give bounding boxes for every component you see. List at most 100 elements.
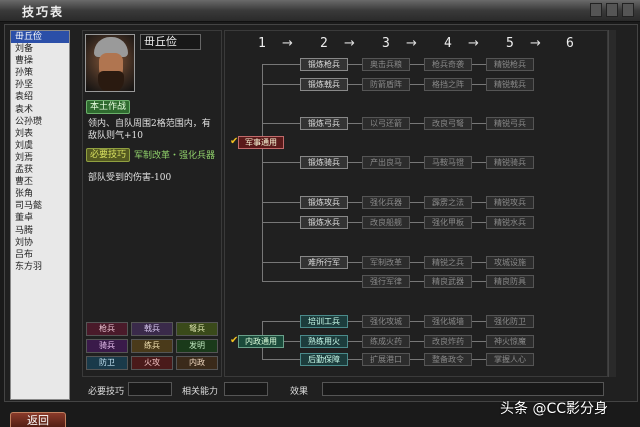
unit-type-button[interactable]: 发明	[176, 339, 218, 353]
tech-node[interactable]: 扩展港口	[362, 353, 410, 366]
tech-node[interactable]: 精锐之兵	[424, 256, 472, 269]
unit-type-button[interactable]: 枪兵	[86, 322, 128, 336]
tech-node[interactable]: 锻炼枪兵	[300, 58, 348, 71]
officer-list-item[interactable]: 董卓	[11, 212, 69, 224]
condition-text: 军制改革・强化兵器	[134, 151, 216, 161]
officer-list-item[interactable]: 袁绍	[11, 91, 69, 103]
tech-node[interactable]: 锻炼弓兵	[300, 117, 348, 130]
tech-node[interactable]: 马鞍马镫	[424, 156, 472, 169]
tech-node[interactable]: 强行军律	[362, 275, 410, 288]
officer-list-item[interactable]: 公孙瓒	[11, 116, 69, 128]
tech-node[interactable]: 攻城设施	[486, 256, 534, 269]
tech-node[interactable]: 产出良马	[362, 156, 410, 169]
tech-node[interactable]: 锻炼攻兵	[300, 196, 348, 209]
unit-type-button[interactable]: 戟兵	[131, 322, 173, 336]
tech-node[interactable]: 枪兵奇袭	[424, 58, 472, 71]
officer-list-item[interactable]: 张角	[11, 188, 69, 200]
connector-line	[472, 123, 486, 124]
officer-list[interactable]: 毌丘俭 刘备 曹操 孙策 孙坚 袁绍 袁术 公孙瓒 刘表 刘虞 刘焉 孟获 曹丕 张角 司马懿 董卓 马腾 刘协吕…	[10, 30, 70, 400]
officer-list-item[interactable]: 孟获	[11, 164, 69, 176]
officer-list-item[interactable]: 刘表	[11, 128, 69, 140]
officer-list-item[interactable]: 吕布	[11, 249, 69, 261]
tech-node[interactable]: 掌握人心	[486, 353, 534, 366]
connector-line	[262, 202, 300, 203]
officer-list-item[interactable]: 马腾	[11, 225, 69, 237]
officer-list-item[interactable]: 东方羽	[11, 261, 69, 273]
officer-list-item[interactable]: 毌丘俭	[11, 31, 69, 44]
tree-root-civil[interactable]: 内政通用	[238, 335, 284, 348]
minimize-button[interactable]	[590, 3, 602, 17]
tech-node[interactable]: 强化防卫	[486, 315, 534, 328]
tech-node[interactable]: 改良船舰	[362, 216, 410, 229]
tech-node[interactable]: 锻炼戟兵	[300, 78, 348, 91]
back-button[interactable]: 返回	[10, 412, 66, 427]
tech-node[interactable]: 精锐骑兵	[486, 156, 534, 169]
officer-list-item[interactable]: 孙策	[11, 67, 69, 79]
officer-list-item[interactable]: 袁术	[11, 104, 69, 116]
officer-list-item[interactable]: 刘备	[11, 43, 69, 55]
effect-field	[322, 382, 604, 396]
connector-line	[472, 321, 486, 322]
connector-line	[472, 262, 486, 263]
officer-list-item[interactable]: 孙坚	[11, 79, 69, 91]
connector-line	[262, 281, 362, 282]
connector-line	[410, 162, 424, 163]
officer-list-item[interactable]: 刘虞	[11, 140, 69, 152]
tech-node[interactable]: 精锐弓兵	[486, 117, 534, 130]
tech-node[interactable]: 后勤保障	[300, 353, 348, 366]
tech-node[interactable]: 以弓还箭	[362, 117, 410, 130]
tech-node[interactable]: 整备政令	[424, 353, 472, 366]
tech-node[interactable]: 精锐枪兵	[486, 58, 534, 71]
tech-node[interactable]: 精锐攻兵	[486, 196, 534, 209]
required-field	[128, 382, 172, 396]
tech-node[interactable]: 改良炸药	[424, 335, 472, 348]
tech-node[interactable]: 练成火药	[362, 335, 410, 348]
tech-node[interactable]: 霹雳之法	[424, 196, 472, 209]
connector-line	[410, 321, 424, 322]
tech-node[interactable]: 锻炼水兵	[300, 216, 348, 229]
connector-line	[262, 123, 300, 124]
tech-node[interactable]: 军制改革	[362, 256, 410, 269]
arrow-icon: →	[530, 36, 541, 51]
tech-node[interactable]: 精锐水兵	[486, 216, 534, 229]
tech-node[interactable]: 防箭盾阵	[362, 78, 410, 91]
officer-list-item[interactable]: 刘焉	[11, 152, 69, 164]
close-button[interactable]	[622, 3, 634, 17]
connector-line	[410, 281, 424, 282]
connector-line	[262, 64, 263, 281]
tech-node[interactable]: 改良弓弩	[424, 117, 472, 130]
connector-line	[472, 341, 486, 342]
tech-node[interactable]: 培训工兵	[300, 315, 348, 328]
unit-type-button[interactable]: 练兵	[131, 339, 173, 353]
tree-root-military[interactable]: 军事通用	[238, 136, 284, 149]
officer-list-item[interactable]: 刘协	[11, 237, 69, 249]
tech-node[interactable]: 熟练用火	[300, 335, 348, 348]
tech-node[interactable]: 强化攻城	[362, 315, 410, 328]
tech-node[interactable]: 强化甲板	[424, 216, 472, 229]
unit-type-button[interactable]: 骑兵	[86, 339, 128, 353]
tech-node[interactable]: 精良防具	[486, 275, 534, 288]
tech-node[interactable]: 难所行军	[300, 256, 348, 269]
effect-text: 部队受到的伤害-100	[88, 173, 172, 183]
required-label: 必要技巧	[88, 387, 125, 397]
connector-line	[472, 162, 486, 163]
unit-type-button[interactable]: 弩兵	[176, 322, 218, 336]
maximize-button[interactable]	[606, 3, 618, 17]
tech-node[interactable]: 锻炼骑兵	[300, 156, 348, 169]
tech-node[interactable]: 强化城墙	[424, 315, 472, 328]
unit-type-button[interactable]: 火攻	[131, 356, 173, 370]
officer-name: 毌丘俭	[140, 34, 201, 50]
arrow-icon: →	[282, 36, 293, 51]
tree-scrollbar[interactable]	[608, 30, 616, 377]
tech-node[interactable]: 精锐戟兵	[486, 78, 534, 91]
tech-node[interactable]: 精良武器	[424, 275, 472, 288]
officer-list-item[interactable]: 曹丕	[11, 176, 69, 188]
unit-type-button[interactable]: 防卫	[86, 356, 128, 370]
tech-node[interactable]: 强化兵器	[362, 196, 410, 209]
unit-type-button[interactable]: 内政	[176, 356, 218, 370]
officer-list-item[interactable]: 司马懿	[11, 200, 69, 212]
tech-node[interactable]: 格挡之阵	[424, 78, 472, 91]
tech-node[interactable]: 神火惊魔	[486, 335, 534, 348]
tech-node[interactable]: 奥击兵粮	[362, 58, 410, 71]
officer-list-item[interactable]: 曹操	[11, 55, 69, 67]
